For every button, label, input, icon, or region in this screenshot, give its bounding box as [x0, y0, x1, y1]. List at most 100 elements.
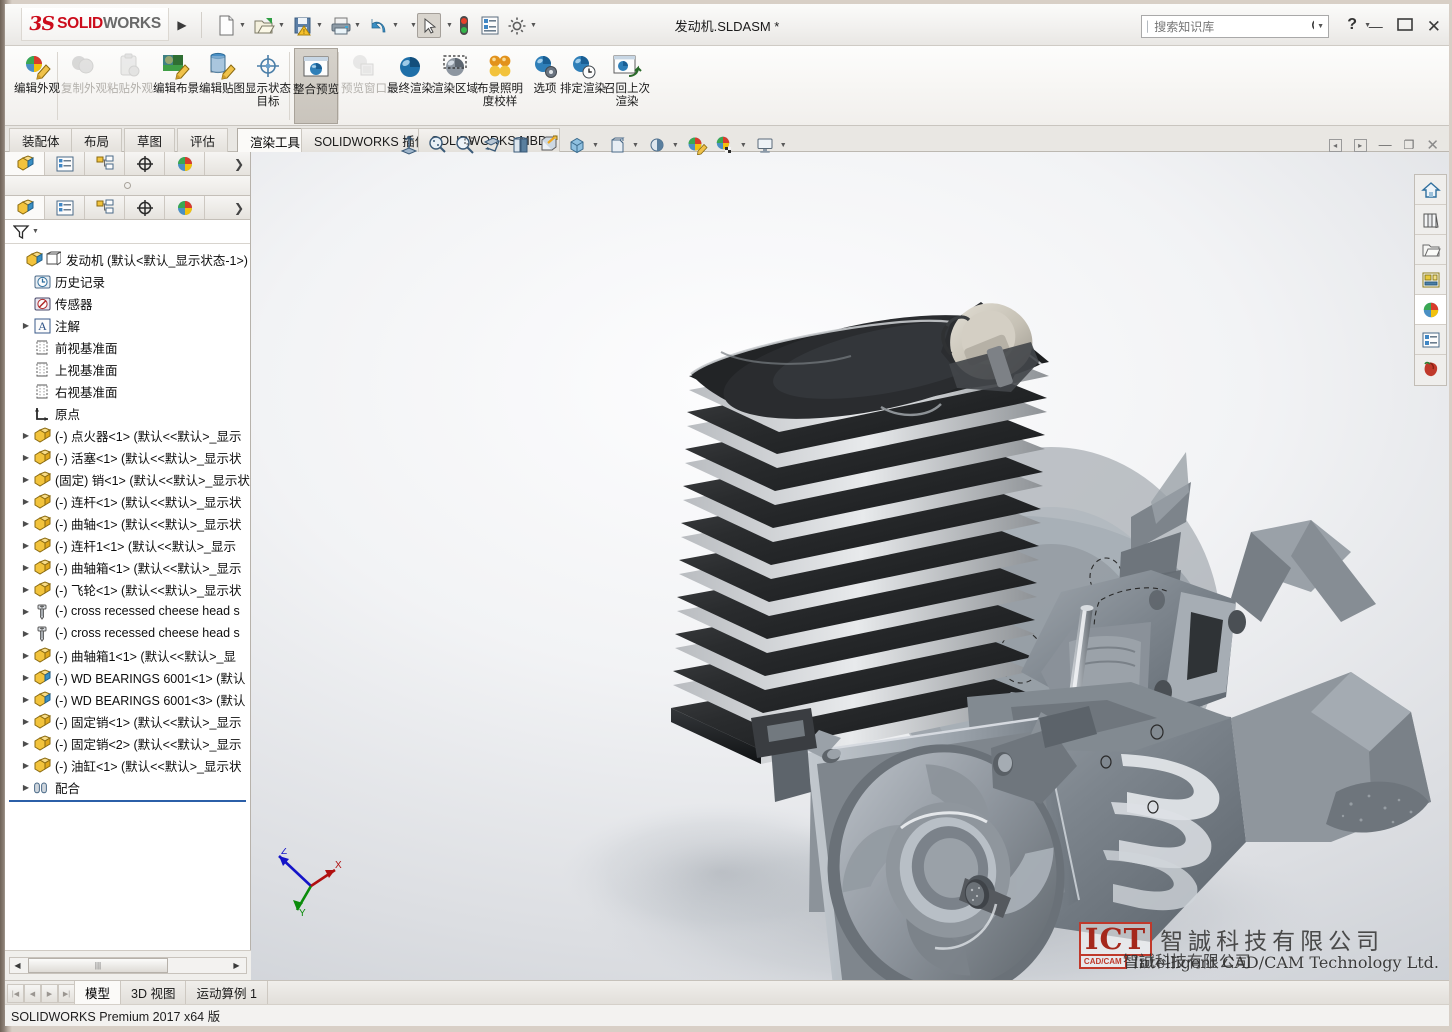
expand-chevron-icon[interactable]: ▶ — [19, 585, 33, 594]
expand-chevron-icon[interactable]: ▶ — [19, 717, 33, 726]
search-input[interactable] — [1152, 18, 1312, 35]
display-manager-tab[interactable] — [165, 152, 205, 175]
bottom-tab-3d-views[interactable]: 3D 视图 — [120, 981, 187, 1004]
tab-sketch[interactable]: 草图 — [124, 128, 176, 152]
property-manager-tab[interactable] — [45, 152, 85, 175]
tree-item[interactable]: ▶ (-) WD BEARINGS 6001<1> (默认 — [5, 666, 250, 688]
knowledge-search[interactable]: ▼ — [1141, 15, 1329, 38]
tree-item[interactable]: ▶ (-) 连杆1<1> (默认<<默认>_显示 — [5, 534, 250, 556]
ribbon-scene-illumination-proof[interactable]: 布景照明度校样 — [477, 48, 523, 124]
more-tabs-button[interactable]: ❯ — [205, 152, 250, 175]
tree-item[interactable]: ▶ (-) 曲轴箱<1> (默认<<默认>_显示 — [5, 556, 250, 578]
display-monitor-button[interactable] — [752, 133, 778, 157]
tree-item[interactable]: ▶ (固定) 销<1> (默认<<默认>_显示状 — [5, 468, 250, 490]
ribbon-render-region[interactable]: 渲染区域 — [432, 48, 478, 124]
tab-layout[interactable]: 布局 — [71, 128, 123, 152]
display-shadow-button[interactable] — [644, 133, 670, 157]
first-tab-button[interactable]: |◀ — [7, 984, 24, 1003]
custom-properties-button[interactable] — [1415, 325, 1446, 355]
view-orientation-button[interactable] — [508, 133, 534, 157]
dimxpert-manager-tab[interactable] — [125, 196, 165, 219]
graphics-viewport[interactable]: Z Y X ICT 智誠科技有限公司 CAD/CAM Intelligent C… — [251, 152, 1449, 980]
expand-chevron-icon[interactable]: ▶ — [19, 453, 33, 462]
tree-item[interactable]: 传感器 — [5, 292, 250, 314]
expand-chevron-icon[interactable]: ▶ — [19, 497, 33, 506]
ribbon-edit-appearance[interactable]: 编辑外观 — [14, 48, 60, 124]
tab-evaluate[interactable]: 评估 — [177, 128, 229, 152]
display-style-button[interactable] — [564, 133, 590, 157]
expand-chevron-icon[interactable]: ▶ — [19, 673, 33, 682]
expand-chevron-icon[interactable]: ▶ — [19, 739, 33, 748]
chevron-down-icon[interactable]: ▼ — [740, 142, 747, 149]
tree-item[interactable]: 上视基准面 — [5, 358, 250, 380]
tree-item[interactable]: ▶ (-) 飞轮<1> (默认<<默认>_显示状 — [5, 578, 250, 600]
tree-item[interactable]: ▶ (-) 点火器<1> (默认<<默认>_显示 — [5, 424, 250, 446]
tree-item[interactable]: ▶ (-) 连杆<1> (默认<<默认>_显示状 — [5, 490, 250, 512]
tree-rollback-bar[interactable] — [9, 800, 246, 802]
ribbon-schedule-render[interactable]: 排定渲染 — [560, 48, 606, 124]
ribbon-edit-decal[interactable]: 编辑贴图 — [199, 48, 245, 124]
solidworks-forum-button[interactable] — [1415, 355, 1446, 385]
tree-item[interactable]: ▶ (-) 固定销<1> (默认<<默认>_显示 — [5, 710, 250, 732]
tree-item[interactable]: ▶ (-) 活塞<1> (默认<<默认>_显示状 — [5, 446, 250, 468]
tree-item[interactable]: ▶ (-) 曲轴<1> (默认<<默认>_显示状 — [5, 512, 250, 534]
expand-chevron-icon[interactable]: ▶ — [19, 321, 33, 330]
expand-chevron-icon[interactable]: ▶ — [19, 651, 33, 660]
expand-chevron-icon[interactable]: ▶ — [19, 519, 33, 528]
ribbon-edit-scene[interactable]: 编辑布景 — [153, 48, 199, 124]
configuration-manager-tab[interactable] — [85, 152, 125, 175]
next-document-button[interactable]: ▸ — [1353, 138, 1367, 152]
scroll-right-arrow-icon[interactable]: ▶ — [229, 961, 244, 970]
scroll-thumb[interactable]: ||| — [28, 958, 168, 973]
chevron-down-icon[interactable]: ▼ — [592, 142, 599, 149]
hide-show-items-button[interactable] — [536, 133, 562, 157]
apply-scene-button[interactable] — [684, 133, 710, 157]
panel-split-handle[interactable] — [5, 176, 250, 196]
bottom-tab-model[interactable]: 模型 — [74, 981, 122, 1004]
expand-chevron-icon[interactable]: ▶ — [19, 783, 33, 792]
solidworks-resources-button[interactable] — [1415, 175, 1446, 205]
tree-item[interactable]: 原点 — [5, 402, 250, 424]
tree-item[interactable]: ▶ (-) 固定销<2> (默认<<默认>_显示 — [5, 732, 250, 754]
restore-document-button[interactable]: ❐ — [1404, 138, 1415, 152]
maximize-button[interactable] — [1396, 18, 1413, 34]
ribbon-copy-appearance[interactable]: 复制外观 — [61, 48, 107, 124]
expand-chevron-icon[interactable]: ▶ — [19, 431, 33, 440]
bottom-tab-motion-study[interactable]: 运动算例 1 — [185, 981, 268, 1004]
property-manager-tab[interactable] — [45, 196, 85, 219]
close-button[interactable]: ✕ — [1427, 18, 1441, 35]
next-tab-button[interactable]: ▶ — [41, 984, 58, 1003]
section-view-button[interactable] — [480, 133, 506, 157]
expand-chevron-icon[interactable]: ▶ — [19, 761, 33, 770]
tree-item[interactable]: 发动机 (默认<默认_显示状态-1>) — [5, 248, 250, 270]
previous-document-button[interactable]: ◂ — [1328, 138, 1342, 152]
tree-item[interactable]: 右视基准面 — [5, 380, 250, 402]
expand-chevron-icon[interactable]: ▶ — [19, 695, 33, 704]
dimxpert-manager-tab[interactable] — [125, 152, 165, 175]
ribbon-integrated-preview[interactable]: 整合预览 — [293, 48, 339, 124]
expand-chevron-icon[interactable]: ▶ — [19, 475, 33, 484]
engine-assembly-model[interactable] — [251, 152, 1449, 980]
tree-item[interactable]: ▶ A 注解 — [5, 314, 250, 336]
expand-chevron-icon[interactable]: ▶ — [19, 629, 33, 638]
chevron-down-icon[interactable]: ▼ — [632, 142, 639, 149]
expand-chevron-icon[interactable]: ▶ — [19, 541, 33, 550]
feature-tree-tab[interactable] — [5, 196, 45, 219]
feature-tree-tab[interactable] — [5, 152, 45, 175]
oil-cylinder-part[interactable] — [751, 708, 817, 802]
close-document-button[interactable]: ✕ — [1426, 136, 1439, 154]
tree-item[interactable]: ▶ (-) 曲轴箱1<1> (默认<<默认>_显 — [5, 644, 250, 666]
configuration-manager-tab[interactable] — [85, 196, 125, 219]
tree-item[interactable]: ▶ (-) cross recessed cheese head s — [5, 600, 250, 622]
chevron-down-icon[interactable]: ▼ — [1317, 23, 1324, 30]
appearances-scenes-decals-button[interactable] — [1415, 295, 1446, 325]
file-explorer-button[interactable] — [1415, 235, 1446, 265]
design-library-button[interactable] — [1415, 205, 1446, 235]
ribbon-display-state-target[interactable]: 显示状态目标 — [245, 48, 291, 124]
prev-tab-button[interactable]: ◀ — [24, 984, 41, 1003]
chevron-down-icon[interactable]: ▼ — [32, 228, 39, 235]
view-settings-button[interactable] — [604, 133, 630, 157]
view-setting-transparency-button[interactable] — [712, 133, 738, 157]
help-button[interactable]: ? — [1347, 16, 1357, 34]
expand-chevron-icon[interactable]: ▶ — [19, 607, 33, 616]
